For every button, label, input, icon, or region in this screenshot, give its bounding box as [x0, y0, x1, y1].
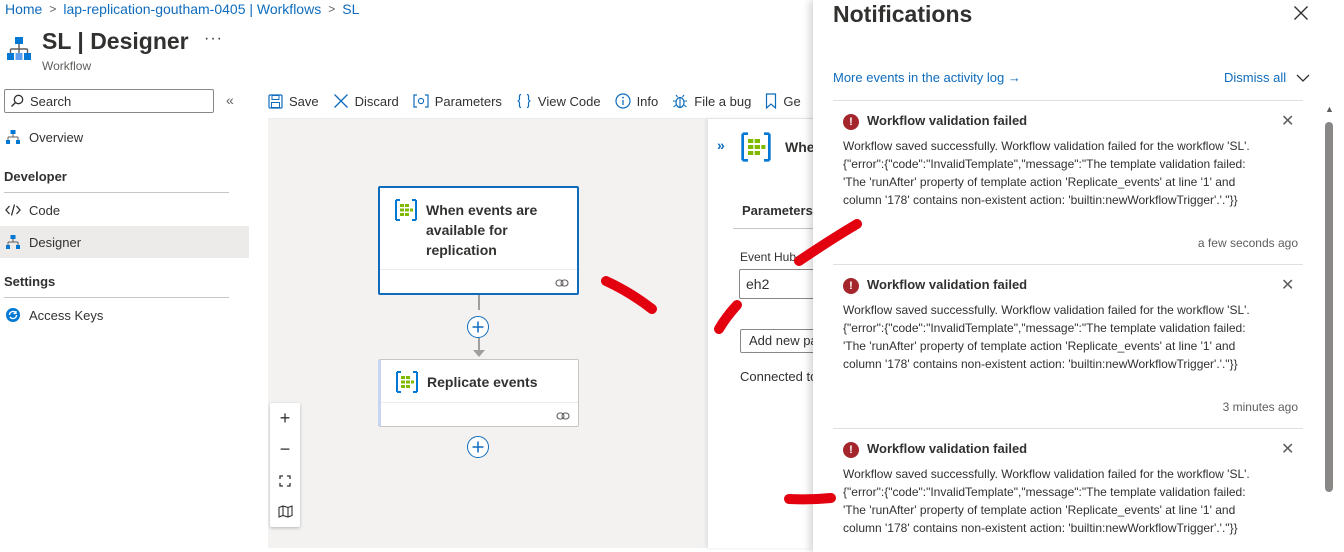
- annotation-stroke: [784, 493, 836, 505]
- annotation-marks: [601, 219, 862, 505]
- annotation-stroke: [601, 276, 657, 314]
- annotation-stroke: [794, 219, 862, 266]
- annotation-stroke: [714, 300, 742, 334]
